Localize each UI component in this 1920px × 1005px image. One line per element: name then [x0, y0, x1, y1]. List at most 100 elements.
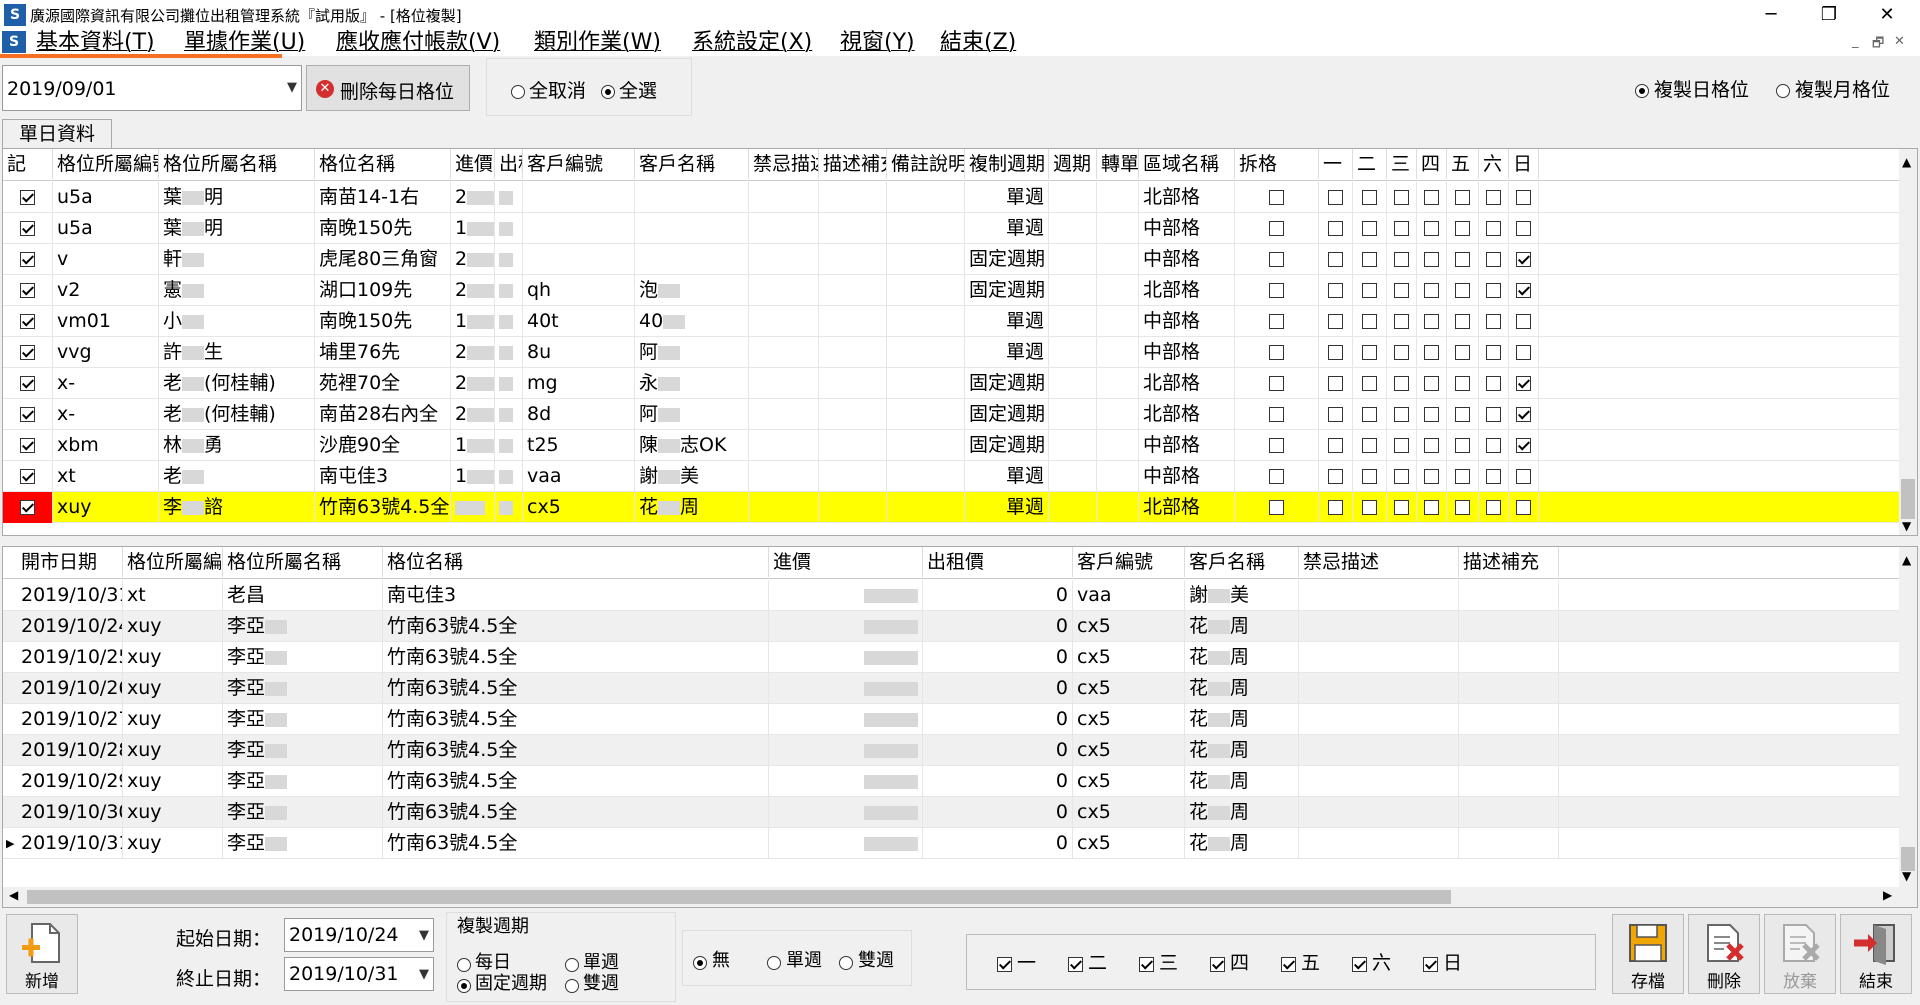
weekday-cell[interactable] [1479, 368, 1509, 399]
weekday-checkbox[interactable] [1394, 407, 1409, 422]
weekday-cell[interactable] [1509, 368, 1539, 399]
split-cell[interactable] [1235, 306, 1319, 337]
weekday-checkbox[interactable] [1516, 438, 1531, 453]
weekday-cell[interactable] [1319, 182, 1353, 213]
weekday-cell[interactable] [1319, 461, 1353, 492]
menu-settings[interactable]: 系統設定(X) [692, 30, 812, 56]
slot-grid-scrollbar[interactable]: ▲ ▼ [1899, 149, 1917, 535]
column-header[interactable]: 格位所屬編號 [123, 547, 223, 577]
weekday-cell[interactable] [1479, 430, 1509, 461]
weekday-checkbox[interactable] [1394, 500, 1409, 515]
weekday-checkbox[interactable] [1455, 283, 1470, 298]
weekday-cell[interactable] [1387, 430, 1417, 461]
weekday-cell[interactable] [1387, 306, 1417, 337]
weekday-cell[interactable] [1387, 368, 1417, 399]
column-header[interactable]: 五 [1447, 149, 1479, 179]
weekday-cell[interactable] [1479, 306, 1509, 337]
weekday-checkbox[interactable] [1362, 500, 1377, 515]
weekday-cell[interactable] [1509, 492, 1539, 523]
column-header[interactable]: 六 [1479, 149, 1509, 179]
weekday-checkbox[interactable] [1139, 953, 1154, 975]
weekday-checkbox[interactable] [1424, 376, 1439, 391]
weekday-checkbox[interactable] [1455, 376, 1470, 391]
copy-day-radio[interactable] [1635, 79, 1649, 101]
weekday-cell[interactable] [1417, 492, 1447, 523]
delete-daily-button[interactable]: ✕ 刪除每日格位 [306, 65, 470, 111]
weekday-checkbox[interactable] [1362, 221, 1377, 236]
weekday-checkbox[interactable] [1394, 283, 1409, 298]
weekday-checkbox[interactable] [1455, 190, 1470, 205]
weekday-checkbox[interactable] [1362, 283, 1377, 298]
weekday-cell[interactable] [1447, 182, 1479, 213]
column-header[interactable]: 二 [1353, 149, 1387, 179]
weekday-cell[interactable] [1387, 461, 1417, 492]
weekday-checkbox[interactable] [1516, 345, 1531, 360]
save-button[interactable]: 存檔 [1612, 914, 1684, 994]
weekday-cell[interactable] [1353, 337, 1387, 368]
weekday-checkbox[interactable] [1455, 314, 1470, 329]
column-header[interactable]: 出租價 [923, 547, 1073, 577]
split-checkbox[interactable] [1269, 283, 1284, 298]
split-checkbox[interactable] [1269, 376, 1284, 391]
menu-basic-data[interactable]: 基本資料(T) [36, 30, 155, 56]
weekday-cell[interactable] [1319, 368, 1353, 399]
weekday-checkbox[interactable] [1516, 221, 1531, 236]
weekday-checkbox[interactable] [1486, 283, 1501, 298]
weekday-checkbox[interactable] [1424, 469, 1439, 484]
column-header[interactable]: 拆格 [1235, 149, 1319, 179]
mark-checkbox[interactable] [20, 407, 35, 422]
table-row[interactable]: v2 憲 湖口109先 2 qh 泡 固定週期 北部格 [3, 275, 1899, 306]
weekday-checkbox[interactable] [1328, 500, 1343, 515]
add-button[interactable]: 新增 [6, 914, 78, 994]
mark-checkbox[interactable] [20, 469, 35, 484]
scroll-up-icon[interactable]: ▲ [1902, 155, 1911, 169]
weekday-cell[interactable] [1447, 492, 1479, 523]
weekday-checkbox[interactable] [1455, 407, 1470, 422]
mark-cell[interactable] [3, 306, 53, 337]
mark-cell[interactable] [3, 182, 53, 213]
column-header[interactable]: 進價 [769, 547, 923, 577]
weekday-cell[interactable] [1447, 399, 1479, 430]
column-header[interactable]: 開市日期 [17, 547, 123, 577]
weekday-checkbox[interactable] [1516, 407, 1531, 422]
split-cell[interactable] [1235, 399, 1319, 430]
weekday-checkbox[interactable] [1328, 376, 1343, 391]
copy-month-radio[interactable] [1776, 79, 1790, 101]
table-row[interactable]: 2019/10/31 xt 老昌 南屯佳3 0 vaa 謝美 [3, 580, 1899, 611]
table-row[interactable]: u5a 葉明南苗14-1右 2 單週 北部格 [3, 182, 1899, 213]
split-cell[interactable] [1235, 213, 1319, 244]
weekday-checkbox[interactable] [1424, 252, 1439, 267]
table-row[interactable]: x- 老 (何桂輔) 苑裡70全 2 mg 永 固定週期 北部格 [3, 368, 1899, 399]
weekday-checkbox[interactable] [1424, 314, 1439, 329]
weekday-cell[interactable] [1387, 182, 1417, 213]
weekday-checkbox[interactable] [1486, 500, 1501, 515]
mark-cell[interactable] [3, 430, 53, 461]
table-row[interactable]: 2019/10/27 xuy 李亞 竹南63號4.5全 0 cx5 花周 [3, 704, 1899, 735]
weekday-checkbox[interactable] [1281, 953, 1296, 975]
table-row[interactable]: 2019/10/30 xuy 李亞 竹南63號4.5全 0 cx5 花周 [3, 797, 1899, 828]
weekday-checkbox[interactable] [1068, 953, 1083, 975]
split-checkbox[interactable] [1269, 469, 1284, 484]
weekday-checkbox[interactable] [1455, 221, 1470, 236]
mark-cell[interactable] [3, 461, 53, 492]
weekday-checkbox[interactable] [1486, 469, 1501, 484]
column-header[interactable]: 描述補充 [819, 149, 887, 179]
table-row[interactable]: vvg 許生埔里76先 2 8u 阿單週 中部格 [3, 337, 1899, 368]
weekday-cell[interactable] [1417, 337, 1447, 368]
menu-accounts[interactable]: 應收應付帳款(V) [336, 30, 500, 56]
weekday-checkbox[interactable] [1516, 283, 1531, 298]
mark-cell[interactable] [3, 368, 53, 399]
weekday-cell[interactable] [1319, 213, 1353, 244]
weekday-checkbox[interactable] [1328, 221, 1343, 236]
column-header[interactable]: 格位名稱 [315, 149, 451, 179]
weekday-checkbox[interactable] [1516, 314, 1531, 329]
week-single-radio[interactable] [767, 951, 781, 973]
weekday-checkbox[interactable] [1362, 314, 1377, 329]
weekday-cell[interactable] [1479, 182, 1509, 213]
table-row[interactable]: ▶ 2019/10/31 xuy 李亞 竹南63號4.5全 0 cx5 花周 [3, 828, 1899, 859]
weekday-cell[interactable] [1353, 275, 1387, 306]
weekday-cell[interactable] [1509, 182, 1539, 213]
column-header[interactable]: 日 [1509, 149, 1539, 179]
menu-categories[interactable]: 類別作業(W) [534, 30, 661, 56]
weekday-checkbox[interactable] [1486, 376, 1501, 391]
